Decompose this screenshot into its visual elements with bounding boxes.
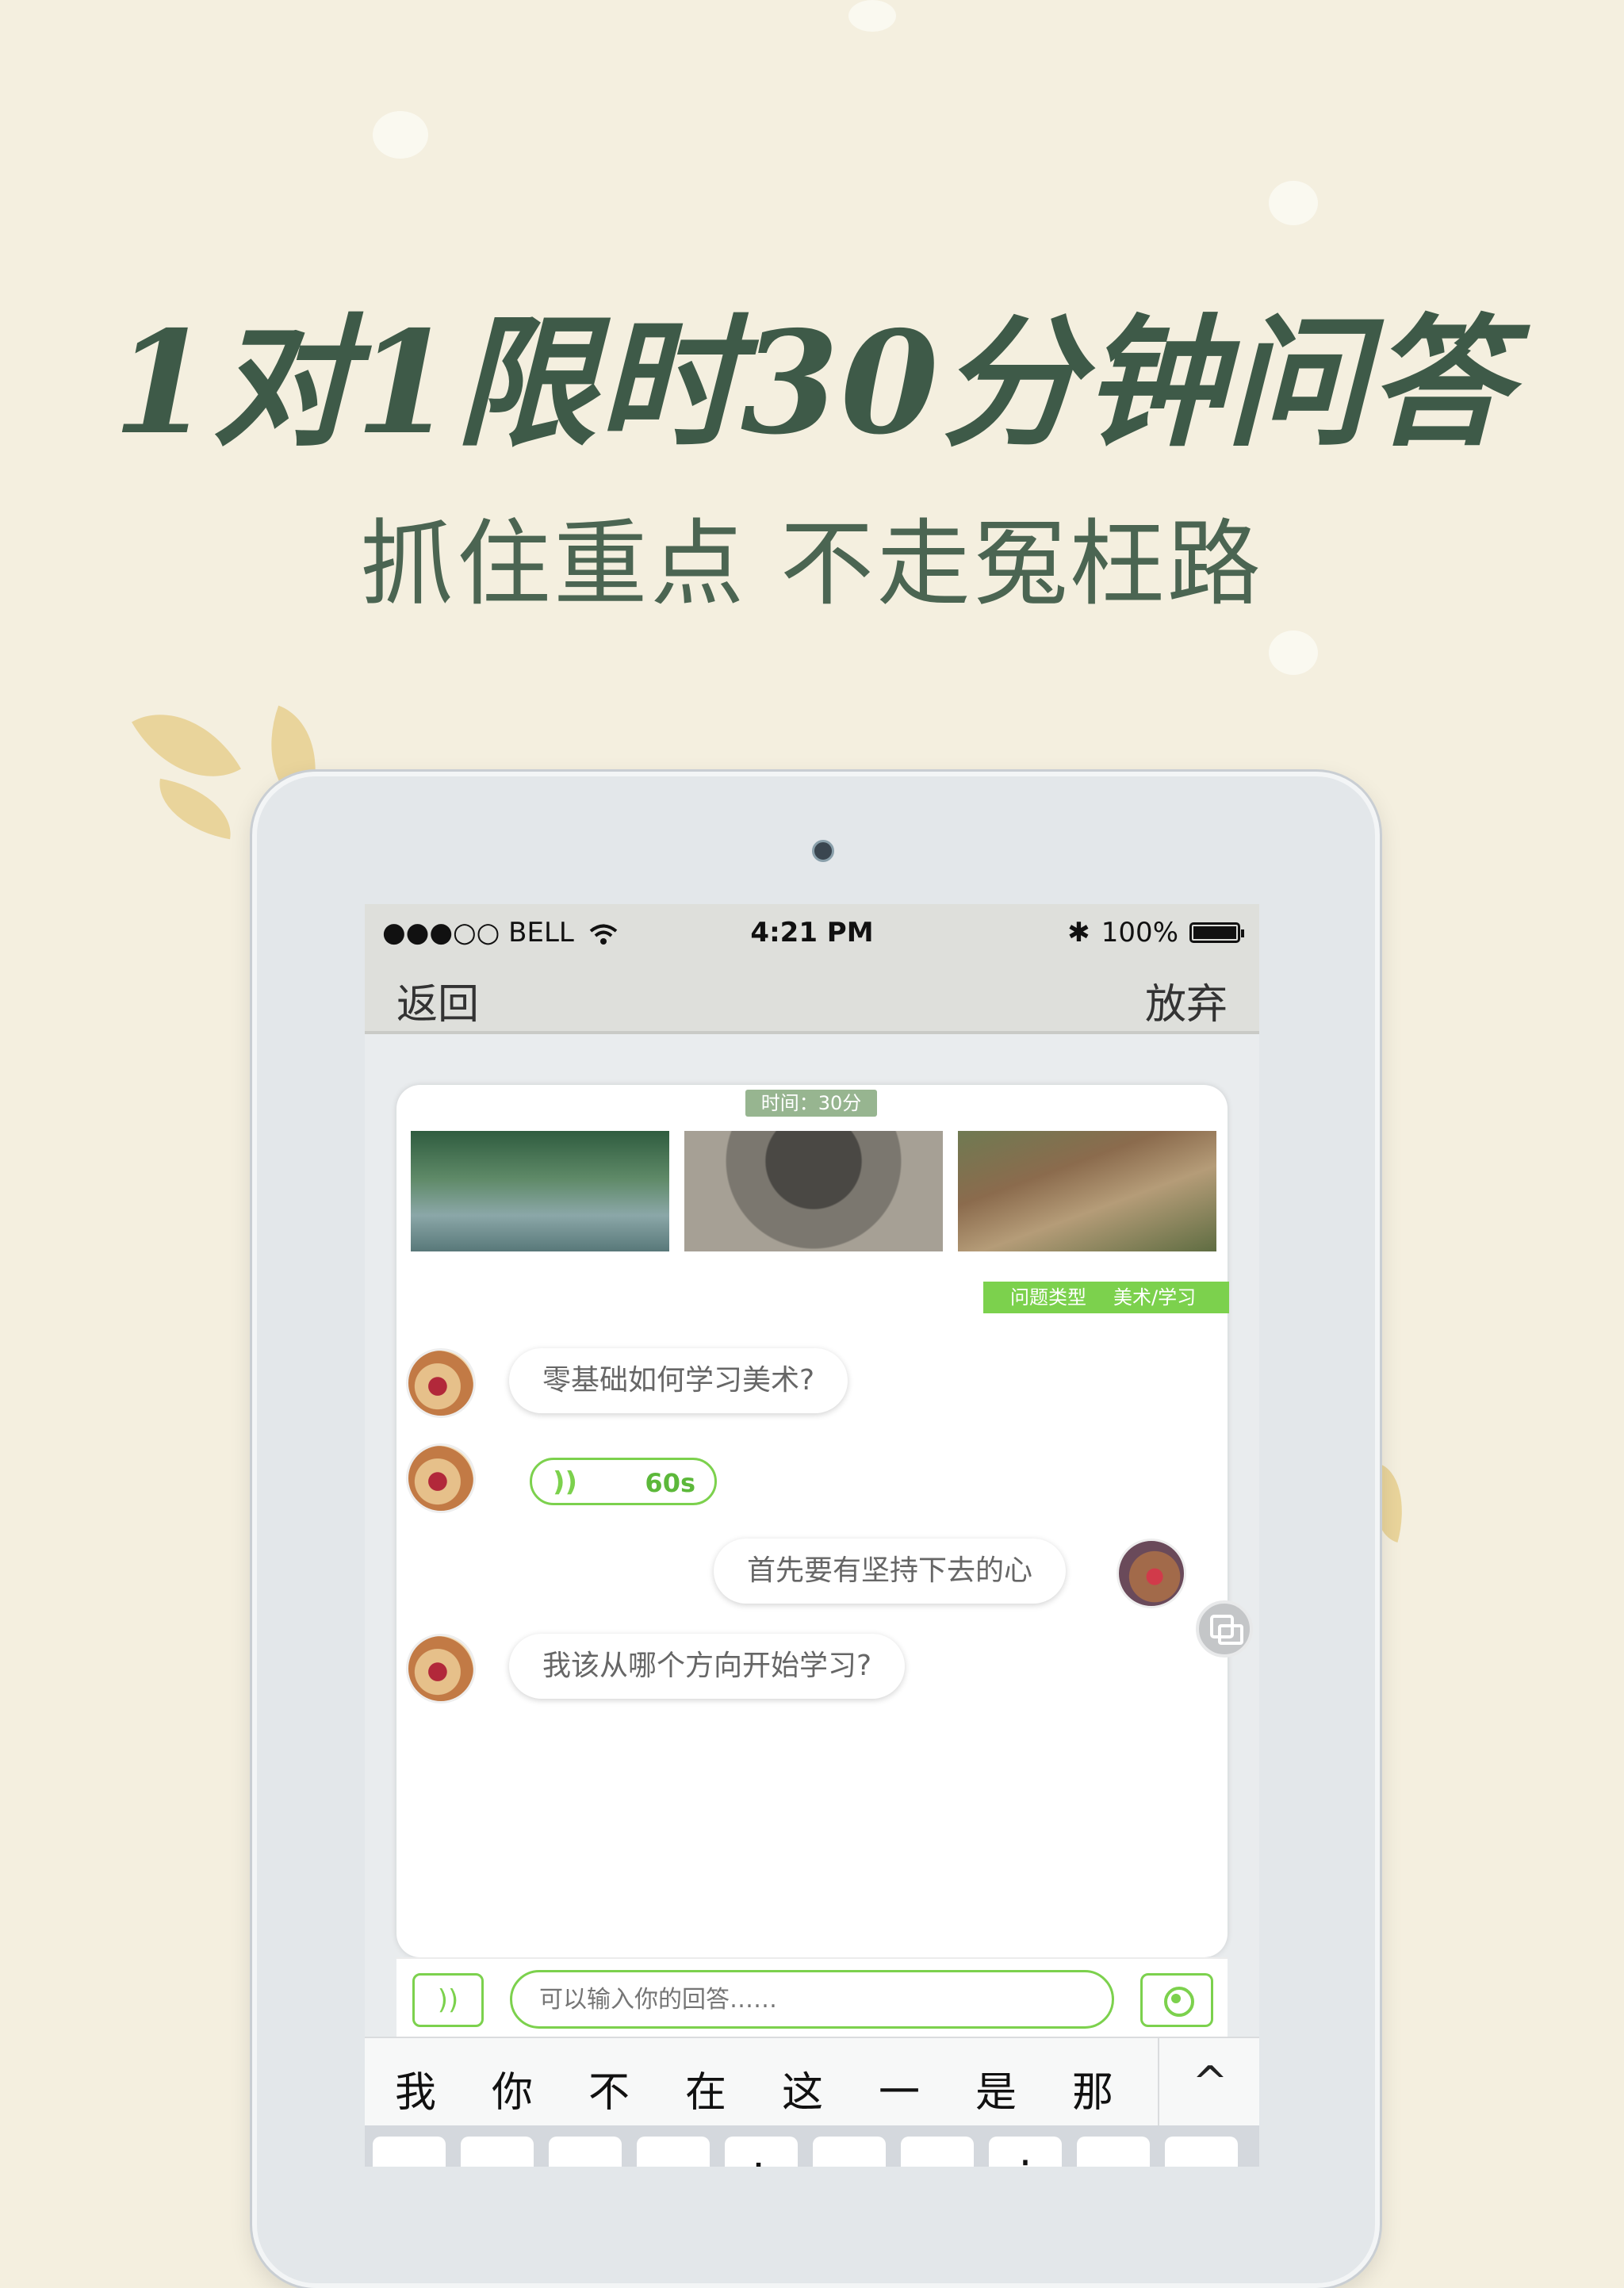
key-w[interactable]: w: [461, 2137, 534, 2167]
key-u[interactable]: u: [901, 2137, 974, 2167]
background-dot: [848, 0, 896, 32]
promo-subline: 抓住重点 不走冤枉路: [360, 509, 1264, 619]
background-leaf: [151, 778, 239, 840]
answer-composer: )): [396, 1957, 1228, 2038]
key-r[interactable]: r: [637, 2137, 710, 2167]
key-y[interactable]: y: [813, 2137, 886, 2167]
question-photo-3[interactable]: [958, 1131, 1216, 1251]
answerer-avatar[interactable]: [1116, 1539, 1186, 1608]
battery-icon: [1189, 922, 1244, 943]
switch-icon[interactable]: [1196, 1600, 1253, 1658]
question-type-tag: 问题类型 美术/学习: [983, 1282, 1229, 1313]
key-e[interactable]: e: [549, 2137, 622, 2167]
give-up-button[interactable]: 放弃: [1145, 971, 1228, 1030]
status-right: ✱ 100%: [1067, 917, 1244, 949]
camera-icon[interactable]: [1140, 1973, 1213, 2027]
question-photo-2[interactable]: [684, 1131, 943, 1251]
ime-candidate[interactable]: 那: [1072, 2059, 1113, 2118]
message-bubble: 首先要有坚持下去的心: [714, 1539, 1067, 1604]
ime-candidate[interactable]: 一: [879, 2059, 920, 2118]
question-card: 时间：30分 问题类型 美术/学习 零基础如何学习美术? )) 60s 首先要有坚…: [396, 1085, 1253, 1957]
battery-percent: 100%: [1101, 917, 1178, 949]
promo-headline: 1对1限时30分钟问答: [113, 300, 1511, 466]
background-dot: [1269, 630, 1318, 675]
key-t[interactable]: t: [725, 2137, 798, 2167]
asker-avatar[interactable]: [406, 1443, 476, 1513]
ime-candidate[interactable]: 不: [588, 2059, 630, 2118]
time-limit-badge: 时间：30分: [745, 1090, 877, 1117]
asker-avatar[interactable]: [406, 1348, 476, 1418]
ime-candidate[interactable]: 这: [782, 2059, 823, 2118]
ime-candidate[interactable]: 你: [492, 2059, 533, 2118]
answer-input[interactable]: [510, 1970, 1114, 2029]
expand-candidates-button[interactable]: ^: [1158, 2038, 1259, 2127]
key-o[interactable]: o: [1077, 2137, 1150, 2167]
ime-candidate[interactable]: 在: [685, 2059, 726, 2118]
key-p[interactable]: p: [1165, 2137, 1238, 2167]
voice-duration: 60s: [645, 1468, 695, 1498]
ime-candidate[interactable]: 是: [975, 2059, 1017, 2118]
background-dot: [1269, 181, 1318, 225]
question-type-label: 问题类型: [1010, 1286, 1086, 1309]
voice-icon: )): [553, 1466, 578, 1498]
voice-input-button[interactable]: )): [412, 1973, 484, 2027]
question-photo-1[interactable]: [411, 1131, 669, 1251]
asker-avatar[interactable]: [406, 1634, 476, 1704]
keyboard: q w e r t y u i o p: [365, 2125, 1259, 2167]
message-bubble: 我该从哪个方向开始学习?: [509, 1634, 906, 1699]
app-screen: ●●●○○ BELL 4:21 PM ✱ 100% 返回 放弃 时间：30分 问…: [365, 904, 1259, 2167]
nav-bar: 返回 放弃: [365, 955, 1259, 1034]
key-i[interactable]: i: [989, 2137, 1062, 2167]
message-bubble: 零基础如何学习美术?: [509, 1348, 848, 1413]
key-q[interactable]: q: [373, 2137, 446, 2167]
bluetooth-icon: ✱: [1067, 917, 1090, 949]
back-button[interactable]: 返回: [396, 971, 479, 1030]
question-type-value: 美术/学习: [1113, 1286, 1197, 1309]
status-bar: ●●●○○ BELL 4:21 PM ✱ 100%: [365, 904, 1259, 955]
background-dot: [373, 111, 428, 159]
ime-candidate[interactable]: 我: [395, 2059, 436, 2118]
front-camera: [812, 840, 834, 862]
voice-message[interactable]: )) 60s: [530, 1458, 717, 1505]
ime-candidate-bar: 我 你 不 在 这 一 是 那 ^: [365, 2037, 1259, 2127]
